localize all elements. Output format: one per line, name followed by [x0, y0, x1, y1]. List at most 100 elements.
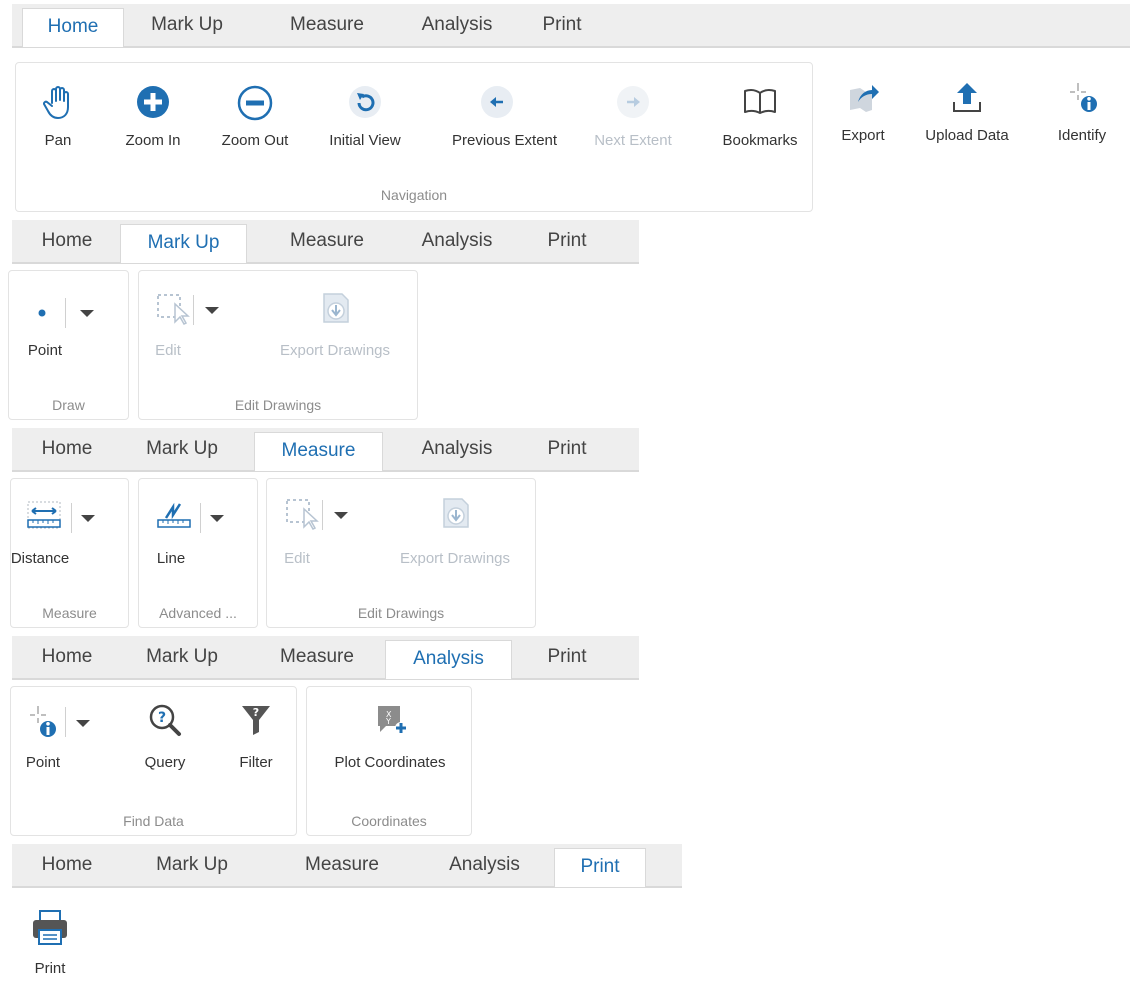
refresh-icon: [340, 85, 390, 125]
upload-icon: [937, 80, 997, 120]
tab-measure[interactable]: Measure: [267, 4, 387, 46]
pan-label: Pan: [44, 132, 72, 149]
pan-button[interactable]: Pan: [38, 85, 78, 165]
tab-analysis[interactable]: Analysis: [402, 4, 512, 46]
identify-point-button[interactable]: Point: [26, 702, 108, 772]
identify-point-label: Point: [25, 754, 61, 771]
tab-analysis[interactable]: Analysis: [402, 428, 512, 470]
tab-print[interactable]: Print: [532, 636, 602, 678]
tab-markup[interactable]: Mark Up: [137, 4, 237, 46]
distance-button[interactable]: Distance: [11, 498, 105, 568]
markup-edit-label: Edit: [155, 342, 181, 359]
zoom-in-icon: [128, 85, 178, 125]
measure-edit-drawings-group-label: Edit Drawings: [357, 605, 445, 621]
filter-button[interactable]: ? Filter: [236, 702, 276, 772]
svg-text:?: ?: [158, 710, 166, 726]
markup-edit-button[interactable]: Edit: [153, 290, 233, 360]
tab-measure[interactable]: Measure: [267, 220, 387, 262]
zoom-in-label: Zoom In: [125, 132, 181, 149]
tab-measure[interactable]: Measure: [282, 844, 402, 886]
line-measure-icon: [156, 498, 236, 538]
plot-coordinates-icon: XY: [360, 702, 420, 742]
plot-coordinates-button[interactable]: XY Plot Coordinates: [335, 702, 445, 772]
query-label: Query: [144, 754, 186, 771]
export-label: Export: [841, 127, 885, 144]
tab-home[interactable]: Home: [22, 428, 112, 470]
filter-label: Filter: [239, 754, 273, 771]
zoom-in-button[interactable]: Zoom In: [125, 85, 181, 165]
export-drawings-icon: [305, 290, 365, 330]
identify-label: Identify: [1057, 127, 1107, 144]
tab-print[interactable]: Print: [554, 848, 646, 887]
markup-export-drawings-button[interactable]: Export Drawings: [280, 290, 390, 360]
identify-button[interactable]: Identify: [1057, 80, 1107, 160]
zoom-out-icon: [230, 85, 280, 125]
tab-home[interactable]: Home: [22, 8, 124, 47]
tab-markup[interactable]: Mark Up: [127, 428, 237, 470]
tab-analysis[interactable]: Analysis: [385, 640, 512, 679]
zoom-out-label: Zoom Out: [221, 132, 289, 149]
measure-edit-label: Edit: [284, 550, 310, 567]
tab-print[interactable]: Print: [527, 4, 597, 46]
query-button[interactable]: ? Query: [145, 702, 185, 772]
measure-export-drawings-label: Export Drawings: [399, 550, 511, 567]
tab-measure[interactable]: Measure: [254, 432, 383, 471]
tab-markup[interactable]: Mark Up: [120, 224, 247, 263]
analysis-tabbar: Home Mark Up Measure Analysis Print: [12, 636, 639, 680]
tab-home[interactable]: Home: [22, 636, 112, 678]
ruler-distance-icon: [25, 498, 105, 538]
export-icon: [838, 80, 888, 120]
markup-tabbar: Home Mark Up Measure Analysis Print: [12, 220, 639, 264]
tab-print[interactable]: Print: [532, 428, 602, 470]
advanced-group-label: Advanced ...: [159, 605, 237, 621]
initial-view-button[interactable]: Initial View: [329, 85, 401, 165]
point-icon: [30, 295, 100, 331]
export-button[interactable]: Export: [838, 80, 888, 160]
arrow-left-icon: [472, 85, 522, 125]
edit-drawings-group-label: Edit Drawings: [234, 397, 322, 413]
previous-extent-label: Previous Extent: [452, 132, 558, 149]
zoom-out-button[interactable]: Zoom Out: [222, 85, 288, 165]
markup-export-drawings-label: Export Drawings: [279, 342, 391, 359]
tab-analysis[interactable]: Analysis: [402, 220, 512, 262]
filter-icon: ?: [236, 702, 276, 742]
arrow-right-icon: [608, 85, 658, 125]
tab-analysis[interactable]: Analysis: [427, 844, 542, 886]
tab-markup[interactable]: Mark Up: [127, 636, 237, 678]
previous-extent-button[interactable]: Previous Extent: [452, 85, 557, 165]
measure-group-label: Measure: [42, 605, 97, 621]
upload-data-button[interactable]: Upload Data: [925, 80, 1009, 160]
tab-print[interactable]: Print: [532, 220, 602, 262]
bookmarks-label: Bookmarks: [722, 132, 798, 149]
measure-export-drawings-button[interactable]: Export Drawings: [400, 495, 510, 567]
printer-icon: [25, 908, 75, 948]
print-tabbar: Home Mark Up Measure Analysis Print: [12, 844, 682, 888]
line-button[interactable]: Line: [156, 498, 236, 568]
next-extent-button[interactable]: Next Extent: [594, 85, 672, 165]
upload-data-label: Upload Data: [925, 127, 1009, 144]
query-icon: ?: [145, 702, 185, 742]
hand-icon: [38, 85, 78, 125]
print-label: Print: [34, 960, 66, 977]
distance-label: Distance: [10, 550, 70, 567]
tab-home[interactable]: Home: [22, 844, 112, 886]
bookmarks-button[interactable]: Bookmarks: [722, 85, 798, 165]
tab-home[interactable]: Home: [22, 220, 112, 262]
find-data-group-label: Find Data: [123, 813, 184, 829]
select-edit-icon: [282, 495, 362, 535]
tab-markup[interactable]: Mark Up: [132, 844, 252, 886]
navigation-group-label: Navigation: [380, 187, 448, 203]
book-icon: [735, 85, 785, 125]
tab-measure[interactable]: Measure: [257, 636, 377, 678]
home-tabbar: Home Mark Up Measure Analysis Print: [12, 4, 1130, 48]
identify-icon: [28, 702, 108, 742]
measure-tabbar: Home Mark Up Measure Analysis Print: [12, 428, 639, 472]
draw-point-button[interactable]: Point: [28, 295, 100, 365]
export-drawings-icon: [425, 495, 485, 535]
print-button[interactable]: Print: [25, 908, 75, 983]
line-label: Line: [156, 550, 186, 567]
plot-coordinates-label: Plot Coordinates: [334, 754, 446, 771]
initial-view-label: Initial View: [329, 132, 401, 149]
measure-edit-button[interactable]: Edit: [282, 495, 362, 567]
identify-icon: [1057, 80, 1107, 120]
